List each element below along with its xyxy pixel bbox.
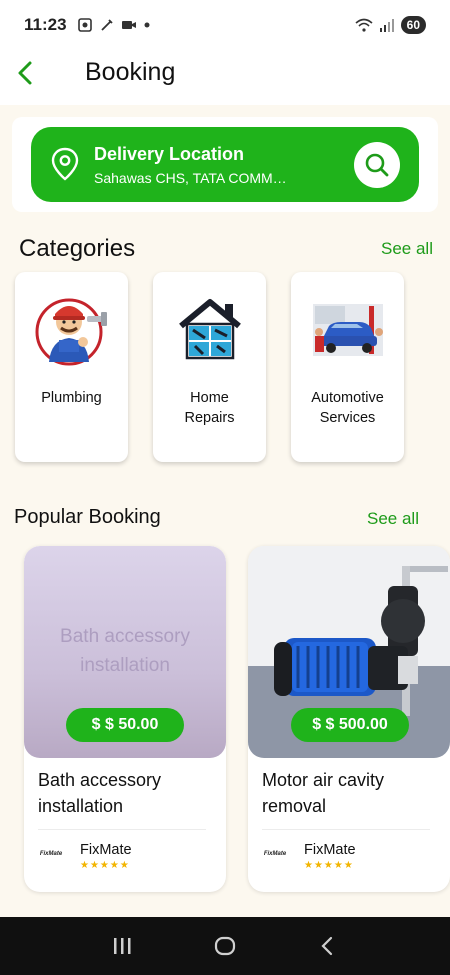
tools-icon (100, 19, 113, 31)
booking-title: Motor air cavity removal (262, 770, 385, 816)
wifi-icon (355, 18, 373, 32)
delivery-location-card[interactable]: Delivery Location Sahawas CHS, TATA COMM… (31, 127, 419, 202)
divider (38, 829, 206, 830)
location-pin-icon (51, 147, 79, 181)
signal-icon (379, 19, 394, 32)
booking-card-motor-air-cavity[interactable]: $ $ 500.00 Motor air cavity removal FixM… (248, 546, 450, 892)
category-card-plumbing[interactable]: Plumbing (15, 272, 128, 462)
home-icon[interactable] (214, 935, 236, 957)
divider (262, 829, 430, 830)
home-repair-icon (179, 299, 241, 360)
recent-apps-icon[interactable] (111, 935, 133, 957)
screenshot-icon (77, 18, 92, 32)
app-bar: Booking (0, 50, 450, 105)
booking-title: Bath accessory installation (38, 770, 162, 816)
category-label: Home Repairs (184, 390, 235, 426)
video-icon (121, 21, 136, 29)
provider-name: FixMate (304, 842, 356, 858)
location-title: Delivery Location (94, 144, 245, 164)
car-service-icon (313, 304, 383, 356)
categories-see-all-link[interactable]: See all (381, 239, 433, 259)
price-badge: $ $ 500.00 (291, 708, 409, 742)
system-nav-bar (0, 917, 450, 975)
category-label: Plumbing (41, 390, 102, 406)
price-badge: $ $ 50.00 (66, 708, 184, 742)
back-icon[interactable] (317, 935, 339, 957)
status-bar: 11:23 60 (0, 0, 450, 50)
booking-card-bath-accessory[interactable]: Bath accessory installation $ $ 50.00 Ba… (24, 546, 226, 892)
provider-logo: FixMate (39, 851, 63, 857)
plumber-icon (35, 298, 107, 366)
battery-indicator: 60 (400, 16, 426, 34)
provider-logo: FixMate (263, 851, 287, 857)
popular-see-all-link[interactable]: See all (367, 509, 419, 529)
page-title: Booking (85, 58, 176, 86)
popular-booking-heading: Popular Booking (14, 506, 161, 528)
back-arrow-icon[interactable] (14, 60, 40, 86)
image-placeholder-text: Bath accessory installation (60, 626, 190, 676)
categories-heading: Categories (19, 235, 136, 262)
category-card-automotive-services[interactable]: Automotive Services (291, 272, 404, 462)
rating-stars: ★★★★★ (80, 860, 130, 871)
category-label: Automotive Services (311, 390, 384, 426)
status-time: 11:23 (24, 15, 67, 34)
dot-icon (144, 22, 150, 28)
search-button[interactable] (354, 142, 400, 188)
search-icon (365, 153, 389, 177)
location-address: Sahawas CHS, TATA COMMUNICATIONS (94, 170, 294, 186)
category-card-home-repairs[interactable]: Home Repairs (153, 272, 266, 462)
rating-stars: ★★★★★ (304, 860, 354, 871)
provider-name: FixMate (80, 842, 132, 858)
